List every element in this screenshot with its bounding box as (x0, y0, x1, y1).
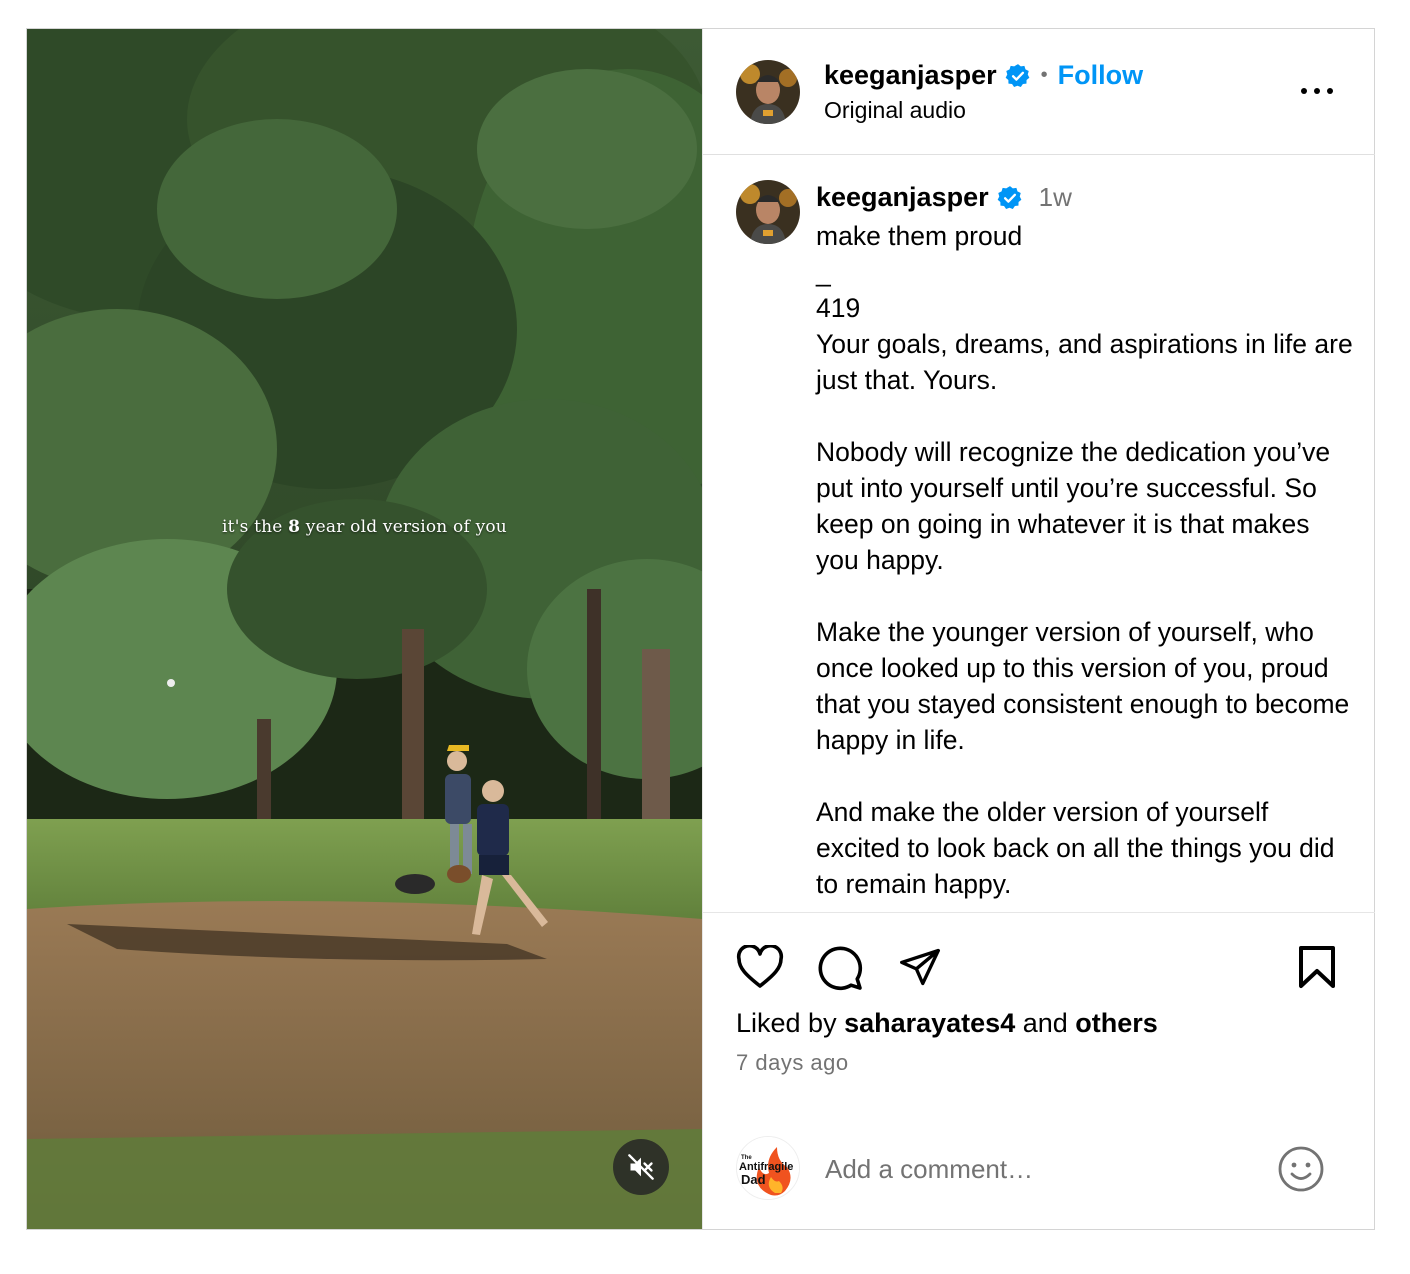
more-horizontal-icon[interactable] (1299, 81, 1335, 101)
action-bar: Liked by saharayates4 and others 7 days … (703, 913, 1375, 1229)
mute-toggle-button[interactable] (613, 1139, 669, 1195)
post-date: 7 days ago (736, 1050, 849, 1075)
comment-icon[interactable] (816, 944, 864, 992)
video-caption-overlay: it's the 8 year old version of you (222, 517, 507, 537)
post-header: keeganjasper • Follow Original audio (703, 29, 1375, 155)
bookmark-icon[interactable] (1297, 945, 1337, 989)
follow-button[interactable]: Follow (1058, 60, 1143, 91)
caption-username[interactable]: keeganjasper (816, 182, 989, 213)
caption-avatar-image (736, 180, 800, 244)
liked-by-others[interactable]: others (1075, 1008, 1158, 1038)
author-username[interactable]: keeganjasper (824, 60, 997, 91)
reel-post: it's the 8 year old version of you keega… (26, 28, 1375, 1230)
comment-input[interactable] (825, 1153, 1255, 1185)
verified-badge-icon (1005, 63, 1029, 87)
speaker-muted-icon (628, 1154, 654, 1180)
separator-dot: • (1040, 64, 1048, 86)
liked-by-user[interactable]: saharayates4 (844, 1008, 1015, 1038)
svg-text:Dad: Dad (741, 1172, 766, 1187)
caption-section: keeganjasper 1w make them proud _ 419 Yo… (703, 156, 1375, 913)
antifragile-dad-logo: The Antifragile Dad (737, 1137, 799, 1199)
share-icon[interactable] (897, 945, 943, 989)
comment-composer: The Antifragile Dad (703, 1133, 1375, 1213)
viewer-avatar: The Antifragile Dad (736, 1136, 800, 1200)
heart-icon[interactable] (736, 945, 784, 989)
smiley-icon[interactable] (1277, 1145, 1325, 1193)
author-avatar[interactable] (736, 60, 800, 124)
reel-video[interactable]: it's the 8 year old version of you (27, 29, 702, 1229)
caption-timestamp: 1w (1038, 182, 1072, 212)
audio-link[interactable]: Original audio (824, 97, 966, 124)
video-frame (27, 29, 702, 1229)
author-avatar-image (736, 60, 800, 124)
post-sidebar: keeganjasper • Follow Original audio kee… (702, 29, 1375, 1229)
likes-summary: Liked by saharayates4 and others (736, 1008, 1158, 1038)
caption-text: make them proud _ 419 Your goals, dreams… (816, 221, 1353, 899)
caption-author-avatar[interactable] (736, 180, 800, 244)
verified-badge-icon (997, 185, 1021, 209)
